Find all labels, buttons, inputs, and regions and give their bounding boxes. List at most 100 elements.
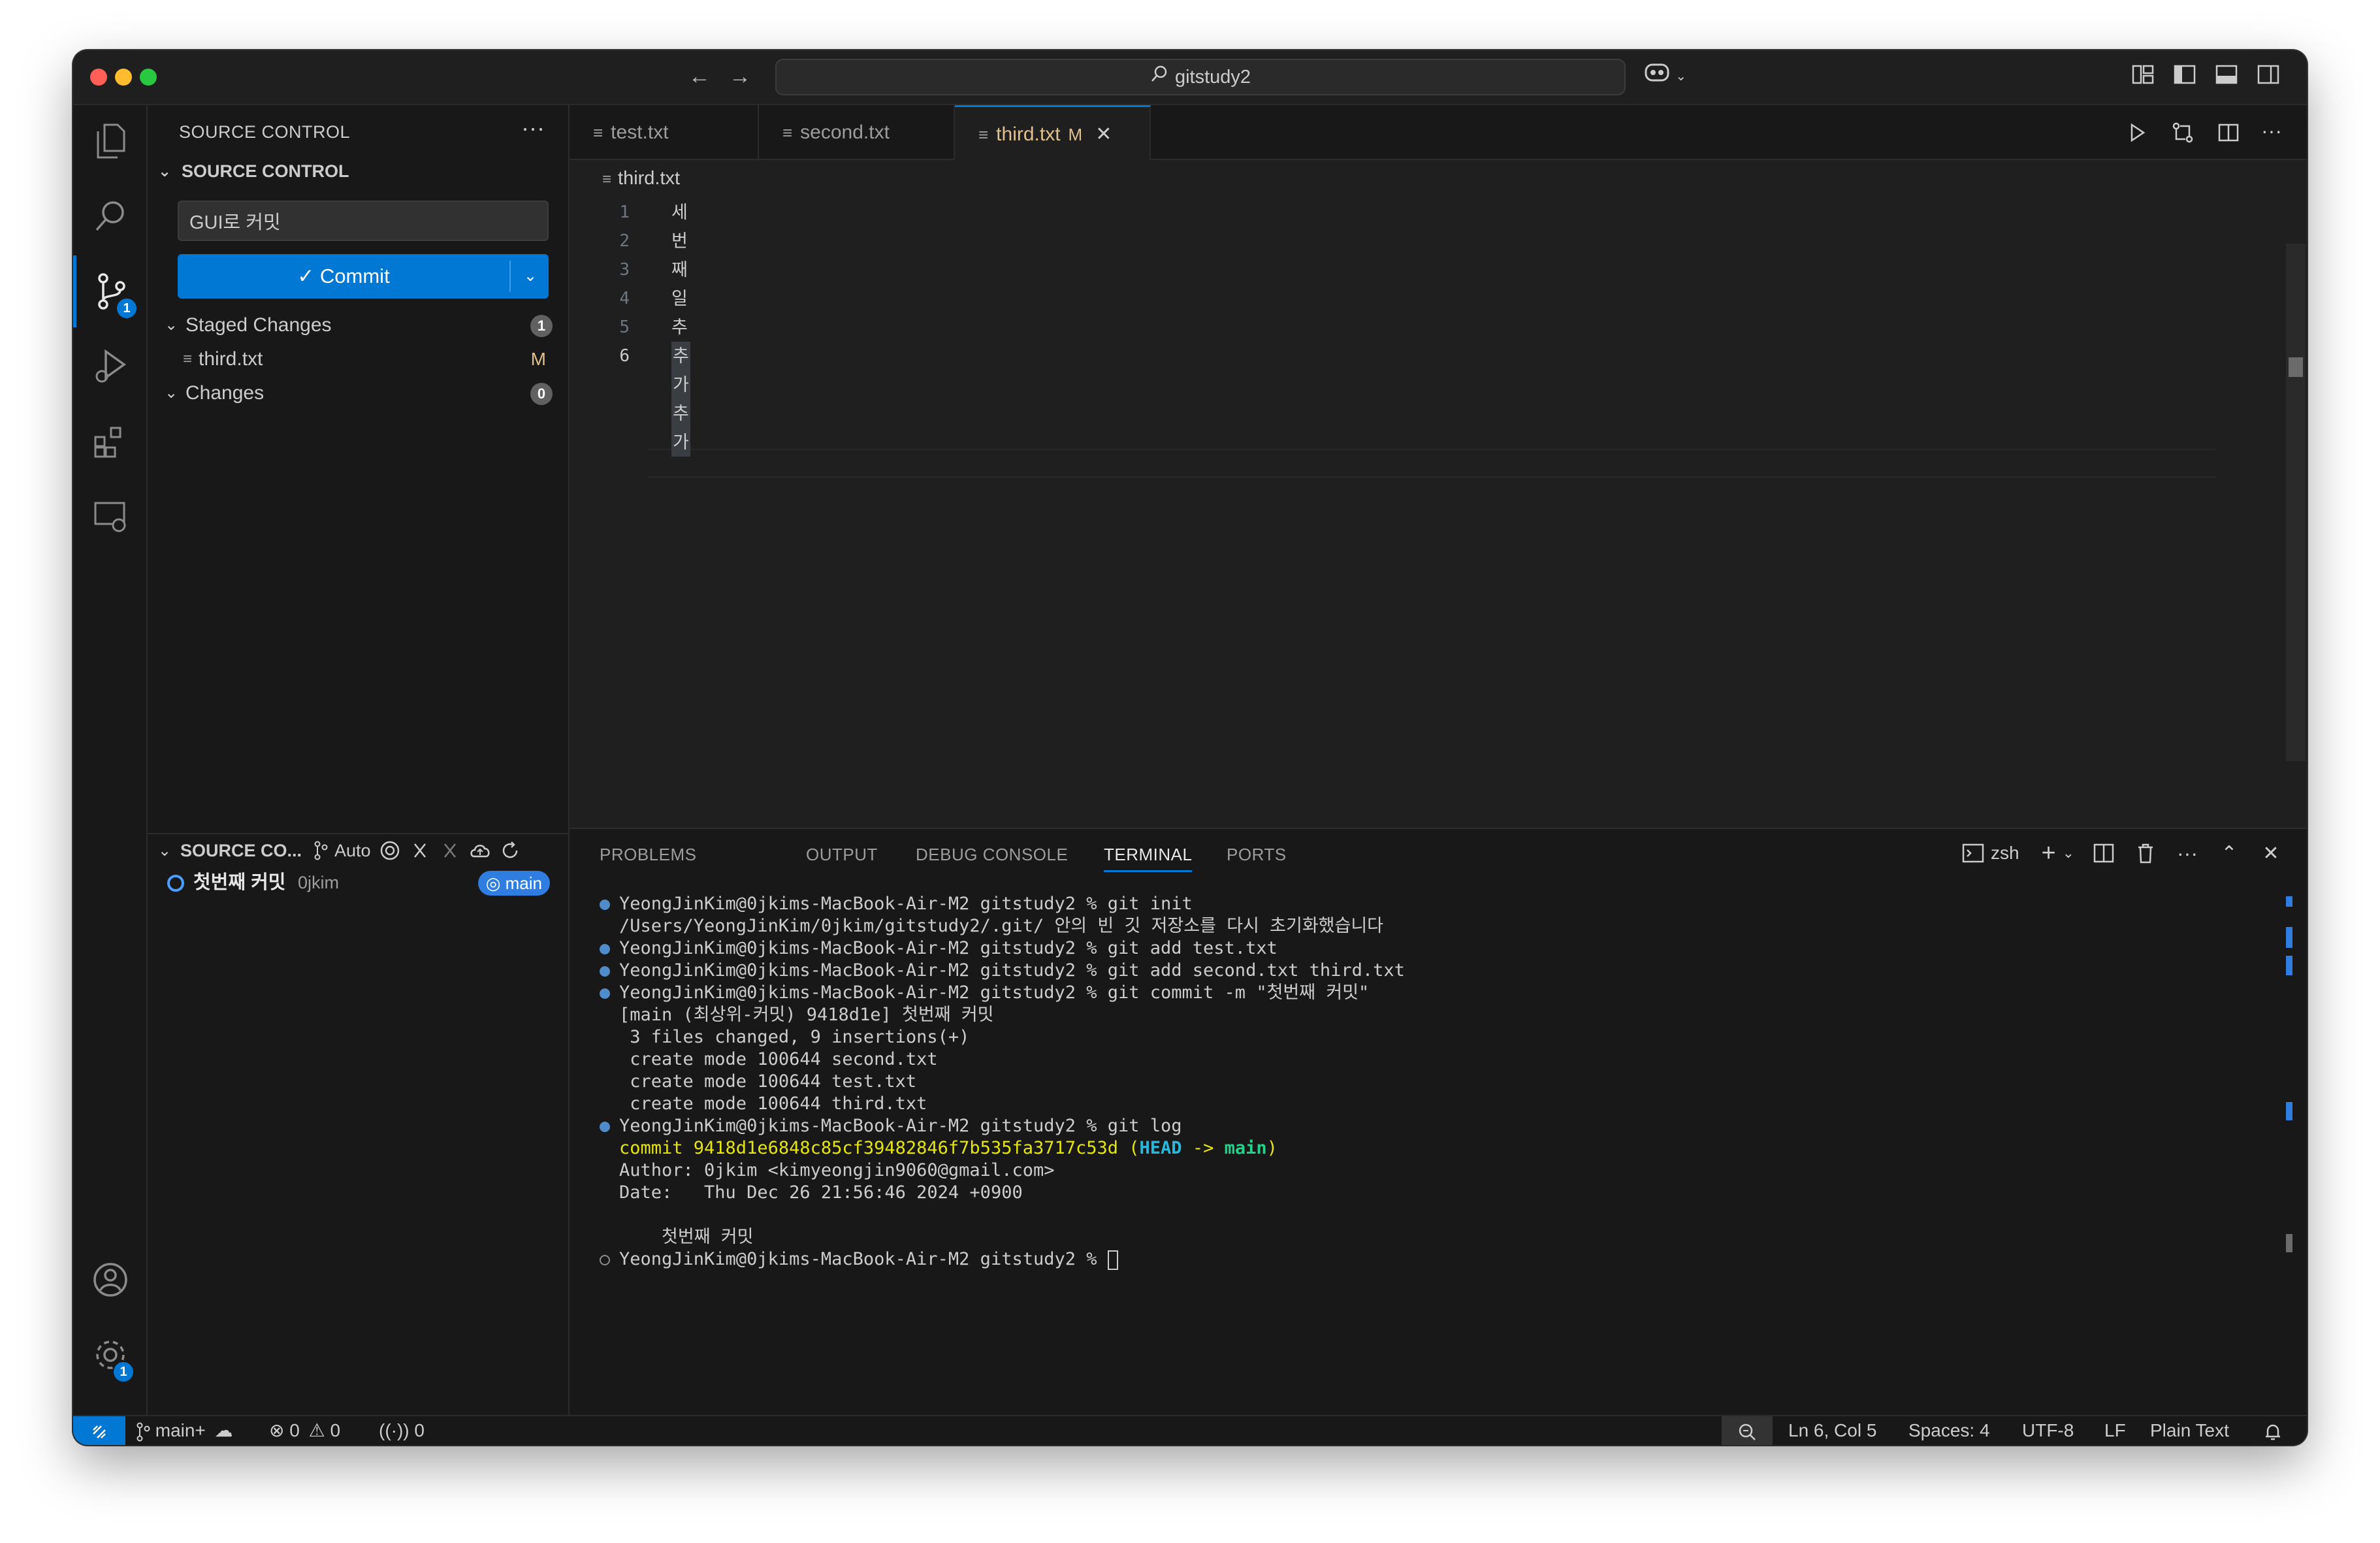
split-terminal-icon[interactable] <box>2091 841 2116 866</box>
terminal-scroll-marker <box>2286 927 2292 948</box>
indentation[interactable]: Spaces: 4 <box>1908 1416 1990 1445</box>
tab-output[interactable]: OUTPUT <box>806 845 878 865</box>
more-actions-icon[interactable]: ··· <box>2175 841 2200 866</box>
graph-commit-item[interactable]: 첫번째 커밋 0jkim ◎ main <box>167 866 559 900</box>
file-lines-icon: ≡ <box>593 123 603 142</box>
bottom-panel: PROBLEMS OUTPUT DEBUG CONSOLE TERMINAL P… <box>570 828 2307 1415</box>
back-arrow-icon[interactable]: ← <box>685 62 714 91</box>
toggle-panel-icon[interactable] <box>2214 62 2239 87</box>
remote-explorer-icon[interactable] <box>73 481 148 553</box>
close-panel-icon[interactable]: ✕ <box>2259 841 2283 866</box>
problems-status[interactable]: ⊗ 0 ⚠ 0 <box>269 1416 340 1445</box>
tab-ports[interactable]: PORTS <box>1227 845 1287 865</box>
explorer-icon[interactable] <box>73 105 148 177</box>
commit-dropdown-button[interactable]: ⌄ <box>512 254 549 299</box>
terminal-text: create mode 100644 third.txt <box>619 1094 927 1114</box>
toggle-secondary-sidebar-icon[interactable] <box>2256 62 2281 87</box>
breadcrumb[interactable]: ≡ third.txt <box>602 168 680 189</box>
customize-layout-icon[interactable] <box>2131 62 2155 87</box>
split-editor-icon[interactable] <box>2215 120 2242 146</box>
settings-gear-icon[interactable]: 1 <box>73 1319 148 1391</box>
minimize-window-button[interactable] <box>115 69 132 86</box>
maximize-panel-icon[interactable]: ⌃ <box>2217 841 2242 866</box>
terminal-text: create mode 100644 test.txt <box>619 1071 917 1092</box>
close-icon[interactable]: ✕ <box>1095 123 1112 145</box>
zoom-icon[interactable] <box>1722 1416 1773 1445</box>
source-control-graph-header[interactable]: ⌄ SOURCE CO... Auto <box>148 833 570 867</box>
tab-third-txt[interactable]: ≡ third.txt M ✕ <box>955 105 1151 160</box>
editor-area: ≡ test.txt ≡ second.txt ≡ third.txt M ✕ ··· ≡… <box>570 105 2307 837</box>
branch-badge-label: main <box>505 873 542 893</box>
cloud-sync-icon[interactable]: ☁ <box>215 1420 233 1440</box>
new-terminal-icon[interactable]: + <box>2036 839 2061 867</box>
terminal-text: YeongJinKim@0jkims-MacBook-Air-M2 gitstu… <box>619 960 1405 981</box>
command-center-search[interactable]: gitstudy2 <box>775 59 1626 95</box>
more-actions-icon[interactable]: ··· <box>2261 120 2287 146</box>
tab-debug-console[interactable]: DEBUG CONSOLE <box>916 845 1068 865</box>
title-bar: ← → gitstudy2 ⌄ <box>73 50 2307 105</box>
cloud-upload-icon[interactable] <box>469 839 491 862</box>
source-control-section-header[interactable]: ⌄ SOURCE CONTROL <box>157 161 349 182</box>
refresh-icon[interactable] <box>499 839 521 862</box>
target-icon[interactable] <box>379 839 401 862</box>
fetch-icon[interactable] <box>409 839 431 862</box>
toggle-primary-sidebar-icon[interactable] <box>2172 62 2197 87</box>
forward-arrow-icon[interactable]: → <box>726 62 754 91</box>
open-changes-icon[interactable] <box>2170 120 2196 146</box>
remote-indicator-icon[interactable] <box>73 1416 125 1445</box>
branch-name: main+ <box>155 1420 206 1440</box>
branch-status[interactable]: main+ ☁ <box>136 1416 233 1445</box>
terminal-scroll-marker <box>2286 896 2292 907</box>
accounts-icon[interactable] <box>73 1244 148 1316</box>
language-mode[interactable]: Plain Text <box>2150 1416 2229 1445</box>
pull-icon[interactable] <box>439 839 461 862</box>
bell-icon[interactable] <box>2264 1416 2282 1445</box>
search-view-icon[interactable] <box>73 180 148 252</box>
ports-status[interactable]: ((·)) 0 <box>379 1416 425 1445</box>
line-text: 추가추가 <box>671 342 690 457</box>
command-decoration-icon <box>600 944 610 954</box>
chevron-down-icon[interactable]: ⌄ <box>1675 69 1686 84</box>
terminal-text: YeongJinKim@0jkims-MacBook-Air-M2 gitstu… <box>619 983 1370 1003</box>
more-actions-icon[interactable]: ··· <box>521 114 545 142</box>
run-debug-icon[interactable] <box>73 331 148 402</box>
tab-terminal[interactable]: TERMINAL <box>1104 845 1193 872</box>
encoding[interactable]: UTF-8 <box>2022 1416 2074 1445</box>
source-control-badge: 1 <box>117 299 137 318</box>
source-control-icon[interactable]: 1 <box>73 255 148 327</box>
staged-file-item[interactable]: ≡ third.txt M <box>157 343 562 376</box>
run-icon[interactable] <box>2124 120 2150 146</box>
close-window-button[interactable] <box>90 69 107 86</box>
editor-scrollbar[interactable] <box>2286 244 2306 761</box>
scrollbar-cursor-marker <box>2289 357 2303 377</box>
line-number: 5 <box>619 317 630 337</box>
chevron-down-icon[interactable]: ⌄ <box>2063 845 2074 862</box>
terminal-icon <box>1961 841 1986 866</box>
maximize-window-button[interactable] <box>140 69 157 86</box>
tab-test-txt[interactable]: ≡ test.txt <box>570 105 759 160</box>
line-number: 1 <box>619 203 630 222</box>
changes-group[interactable]: ⌄ Changes 0 <box>157 377 562 410</box>
tab-second-txt[interactable]: ≡ second.txt <box>759 105 955 160</box>
extensions-icon[interactable] <box>73 406 148 478</box>
chevron-down-icon: ⌄ <box>523 267 538 285</box>
tab-problems[interactable]: PROBLEMS <box>600 845 697 865</box>
commit-message-input[interactable] <box>178 201 549 241</box>
ref-paren: ( <box>1129 1138 1140 1158</box>
commit-button[interactable]: ✓ Commit <box>178 254 509 299</box>
staged-changes-label: Staged Changes <box>185 314 332 336</box>
terminal-output[interactable]: YeongJinKim@0jkims-MacBook-Air-M2 gitstu… <box>600 893 2232 1403</box>
graph-auto-label[interactable]: Auto <box>334 841 371 861</box>
trash-icon[interactable] <box>2133 841 2158 866</box>
line-number: 2 <box>619 231 630 251</box>
end-of-line[interactable]: LF <box>2104 1416 2126 1445</box>
branch-icon <box>310 839 332 862</box>
modified-status: M <box>1068 125 1083 144</box>
command-decoration-icon <box>600 1255 610 1265</box>
tab-label: third.txt <box>996 123 1061 145</box>
cursor-position[interactable]: Ln 6, Col 5 <box>1788 1416 1876 1445</box>
copilot-icon[interactable]: ⌄ <box>1644 61 1696 92</box>
terminal-shell-name[interactable]: zsh <box>1991 843 2019 864</box>
staged-changes-group[interactable]: ⌄ Staged Changes 1 <box>157 309 562 342</box>
terminal-scroll-marker <box>2286 1234 2292 1252</box>
